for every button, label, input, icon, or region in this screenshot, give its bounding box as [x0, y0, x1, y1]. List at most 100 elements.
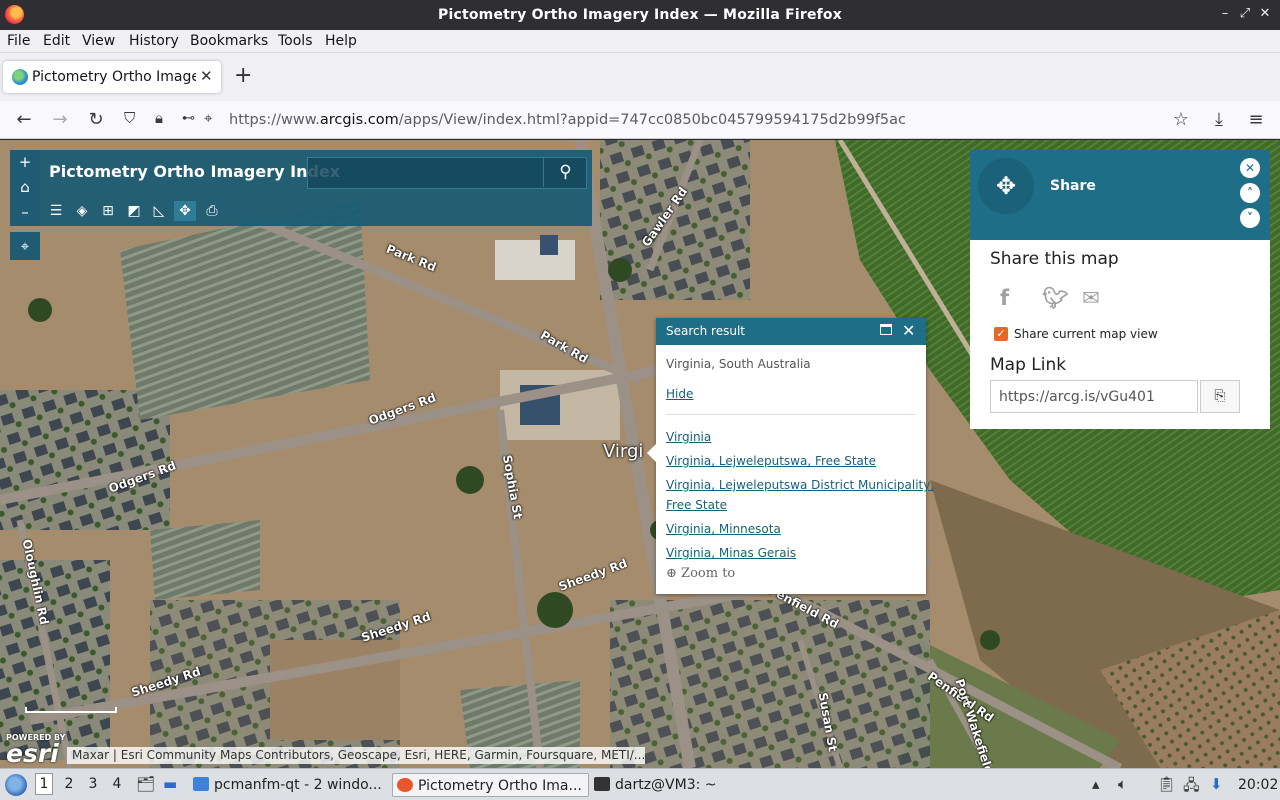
zoom-to-icon: ⊕: [666, 566, 677, 581]
chevron-up-icon[interactable]: ˄: [1240, 183, 1260, 203]
taskbar: 1 2 3 4 🗂︎ ▬ pcmanfm-qt - 2 windo... Pic…: [0, 768, 1280, 800]
clock: 20:02: [1238, 777, 1279, 793]
update-notifier-icon[interactable]: ⬇: [1210, 775, 1223, 793]
zoom-controls: + ⌂ –: [10, 150, 40, 226]
zoom-to-link[interactable]: ⊕ Zoom to: [666, 566, 735, 581]
firefox-icon: [397, 778, 413, 792]
app-title: Pictometry Ortho Imagery Index: [49, 162, 341, 181]
clipboard-icon[interactable]: 📋︎: [1157, 775, 1176, 793]
chevron-down-icon[interactable]: ˅: [1240, 208, 1260, 228]
menu-edit[interactable]: Edit: [43, 33, 70, 49]
menu-bar: File Edit View History Bookmarks Tools H…: [0, 30, 1280, 53]
popup-divider: [666, 414, 916, 415]
downloads-icon[interactable]: ⤓: [1208, 109, 1230, 131]
globe-favicon-icon: [12, 69, 28, 85]
taskbar-item-label: dartz@VM3: ~: [615, 777, 717, 793]
minimize-icon[interactable]: –: [1218, 6, 1232, 21]
taskbar-item-terminal[interactable]: dartz@VM3: ~: [594, 773, 794, 797]
workspace-3[interactable]: 3: [84, 776, 102, 792]
share-panel-body: Share this map f 🐦︎ ✉ ✓ Share current ma…: [970, 240, 1270, 429]
app-header: Pictometry Ortho Imagery Index ⚲: [40, 150, 592, 196]
reload-icon[interactable]: ↻: [85, 109, 107, 131]
facebook-icon[interactable]: f: [1000, 286, 1009, 310]
zoom-out-button[interactable]: –: [10, 200, 40, 225]
workspace-1[interactable]: 1: [35, 773, 53, 795]
shield-icon[interactable]: ⛉: [124, 109, 135, 127]
tab-close-icon[interactable]: ✕: [200, 67, 213, 85]
share-panel-icon: ✥: [978, 158, 1034, 214]
home-icon[interactable]: ⌂: [10, 175, 40, 200]
taskbar-item-firefox[interactable]: Pictometry Ortho Ima...: [392, 773, 589, 797]
close-popup-icon[interactable]: ✕: [902, 321, 915, 340]
tab-label: Pictometry Ortho Imagery Index: [32, 69, 196, 85]
lock-icon[interactable]: 🔒︎: [155, 109, 163, 127]
desktop-launcher-icon[interactable]: ▬: [163, 775, 177, 793]
menu-help[interactable]: Help: [325, 33, 357, 49]
terminal-icon: [594, 777, 610, 791]
esri-logo[interactable]: POWERED BY esri: [6, 733, 65, 766]
popup-pointer: [647, 444, 656, 462]
window-title: Pictometry Ortho Imagery Index — Mozilla…: [438, 7, 842, 23]
map-place-label: Virgi: [603, 441, 644, 462]
tray-arrow-icon[interactable]: ▴: [1092, 775, 1100, 793]
zoom-in-button[interactable]: +: [10, 150, 40, 175]
tab-bar: Pictometry Ortho Imagery Index ✕ +: [0, 53, 1280, 101]
zoom-to-label: Zoom to: [681, 566, 736, 581]
share-heading: Share this map: [990, 249, 1119, 269]
file-manager-launcher-icon[interactable]: 🗂︎: [136, 775, 155, 793]
result-virginia-lejweleputswa-district-cont[interactable]: Free State: [666, 498, 727, 512]
maximize-popup-icon[interactable]: [880, 324, 892, 335]
url-bar[interactable]: ⛉ 🔒︎ ⊷ ⌖ https://www.arcgis.com/apps/Vie…: [119, 105, 1199, 135]
url-text[interactable]: https://www.arcgis.com/apps/View/index.h…: [229, 112, 906, 128]
measure-icon[interactable]: ◺: [148, 201, 170, 221]
email-icon[interactable]: ✉: [1082, 286, 1100, 310]
menu-history[interactable]: History: [129, 33, 179, 49]
close-panel-icon[interactable]: ✕: [1240, 158, 1260, 178]
back-icon[interactable]: ←: [13, 109, 35, 131]
twitter-icon[interactable]: 🐦︎: [1042, 286, 1069, 311]
app-menu-icon[interactable]: ≡: [1245, 109, 1267, 131]
result-virginia[interactable]: Virginia: [666, 430, 711, 444]
menu-file[interactable]: File: [7, 33, 30, 49]
volume-icon[interactable]: 🔈︎: [1118, 775, 1127, 793]
search-input[interactable]: [307, 157, 587, 189]
share-current-view-checkbox[interactable]: ✓: [994, 327, 1008, 341]
locate-icon[interactable]: ⌖: [10, 232, 40, 260]
scale-bar: [25, 707, 117, 713]
permissions-icon[interactable]: ⊷: [182, 111, 195, 126]
new-tab-button[interactable]: +: [234, 65, 252, 87]
menu-view[interactable]: View: [82, 33, 115, 49]
navigation-bar: ← → ↻ ⛉ 🔒︎ ⊷ ⌖ https://www.arcgis.com/ap…: [0, 101, 1280, 139]
copy-link-icon[interactable]: ⎘: [1200, 380, 1240, 413]
forward-icon[interactable]: →: [49, 109, 71, 131]
app-toolbar: ☰ ◈ ⊞ ◩ ◺ ✥ ⎙: [40, 196, 592, 226]
maximize-icon[interactable]: ⤢: [1238, 6, 1252, 21]
close-window-icon[interactable]: ✕: [1258, 6, 1272, 21]
workspace-4[interactable]: 4: [108, 776, 126, 792]
print-icon[interactable]: ⎙: [201, 201, 223, 221]
hide-link[interactable]: Hide: [666, 387, 693, 401]
taskbar-item-pcmanfm[interactable]: pcmanfm-qt - 2 windo...: [193, 773, 388, 797]
layers-icon[interactable]: ◈: [71, 201, 93, 221]
map-attribution[interactable]: Maxar | Esri Community Maps Contributors…: [67, 747, 645, 764]
details-list-icon[interactable]: ☰: [45, 201, 67, 221]
workspace-2[interactable]: 2: [60, 776, 78, 792]
basemap-gallery-icon[interactable]: ⊞: [97, 201, 119, 221]
menu-tools[interactable]: Tools: [278, 33, 313, 49]
result-virginia-lejweleputswa[interactable]: Virginia, Lejweleputswa, Free State: [666, 454, 876, 468]
bookmark-star-icon[interactable]: ☆: [1170, 109, 1192, 131]
window-titlebar: Pictometry Ortho Imagery Index — Mozilla…: [0, 0, 1280, 30]
menu-bookmarks[interactable]: Bookmarks: [190, 33, 268, 49]
overview-map-icon[interactable]: ◩: [123, 201, 145, 221]
share-icon[interactable]: ✥: [174, 201, 196, 221]
search-result-popup: Search result ✕ Virginia, South Australi…: [647, 318, 934, 594]
network-icon[interactable]: 🖧: [1183, 775, 1200, 800]
tab-pictometry[interactable]: Pictometry Ortho Imagery Index ✕: [3, 61, 221, 93]
result-virginia-minas-gerais[interactable]: Virginia, Minas Gerais: [666, 546, 796, 560]
result-virginia-minnesota[interactable]: Virginia, Minnesota: [666, 522, 781, 536]
map-link-field[interactable]: [990, 380, 1198, 413]
start-menu-icon[interactable]: [5, 774, 27, 796]
result-virginia-lejweleputswa-district[interactable]: Virginia, Lejweleputswa District Municip…: [666, 478, 934, 492]
taskbar-item-label: Pictometry Ortho Ima...: [418, 778, 582, 794]
location-icon[interactable]: ⌖: [204, 109, 212, 127]
